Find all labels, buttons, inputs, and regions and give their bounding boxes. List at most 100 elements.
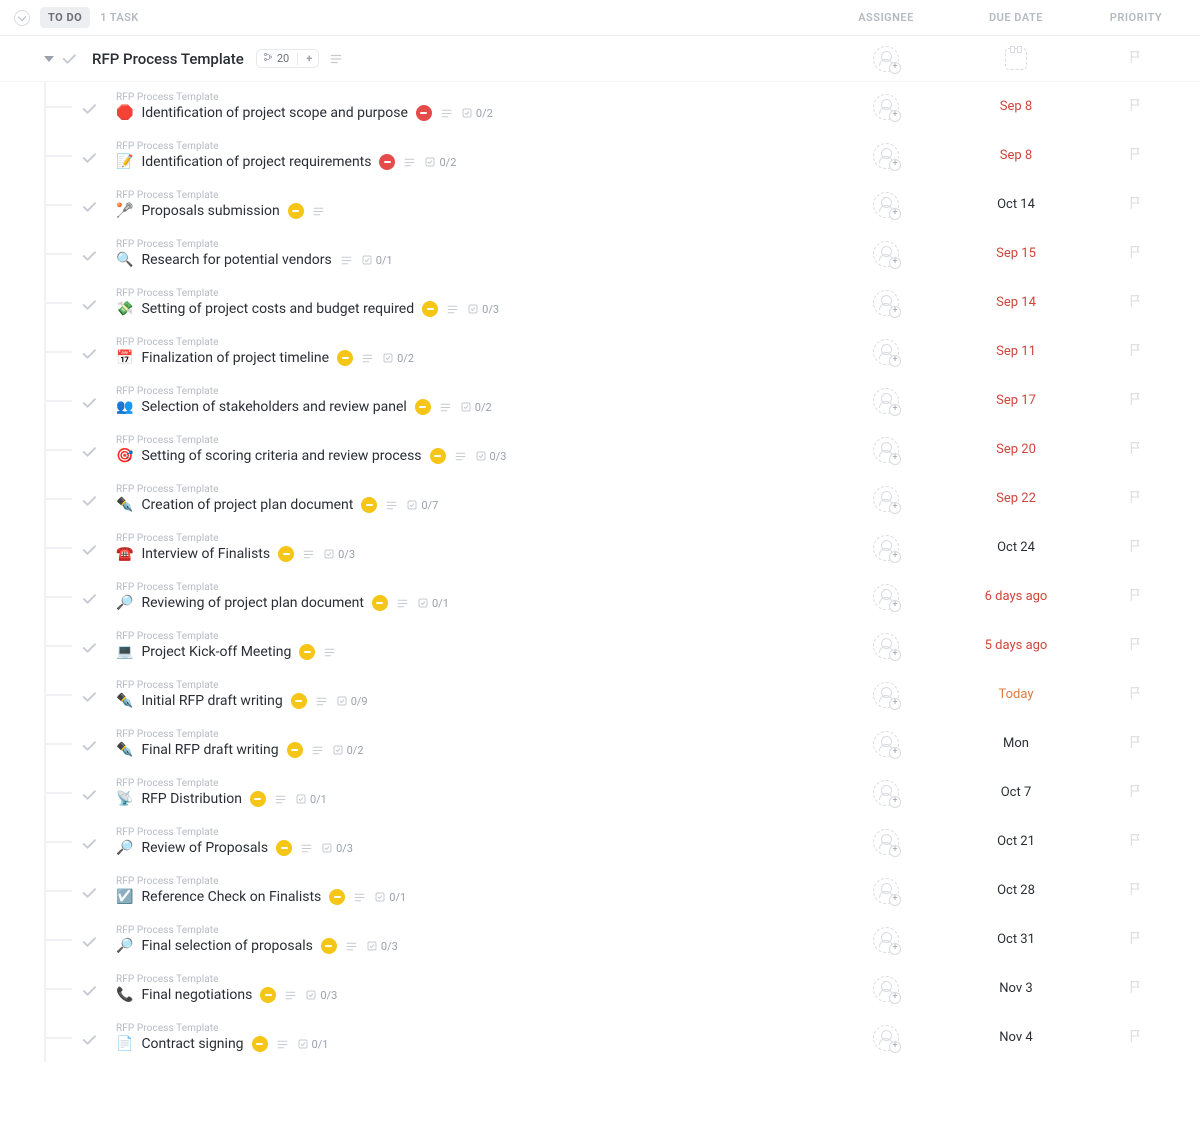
status-dot[interactable] xyxy=(299,644,315,660)
description-icon[interactable] xyxy=(454,450,467,463)
collapse-toggle[interactable] xyxy=(14,10,30,26)
description-icon[interactable] xyxy=(276,1038,289,1051)
status-dot[interactable] xyxy=(422,301,438,317)
breadcrumb[interactable]: RFP Process Template xyxy=(116,778,327,789)
complete-checkbox[interactable] xyxy=(80,590,98,608)
complete-checkbox[interactable] xyxy=(80,296,98,314)
status-pill-todo[interactable]: TO DO xyxy=(40,7,90,28)
description-icon[interactable] xyxy=(340,254,353,267)
subtask-progress[interactable]: 0/2 xyxy=(460,401,492,414)
task-row[interactable]: RFP Process Template📄Contract signing0/1… xyxy=(0,1013,1200,1062)
complete-checkbox[interactable] xyxy=(80,1031,98,1049)
priority-flag[interactable] xyxy=(1128,685,1144,705)
breadcrumb[interactable]: RFP Process Template xyxy=(116,435,506,446)
task-row[interactable]: RFP Process Template🔎Reviewing of projec… xyxy=(0,572,1200,621)
description-icon[interactable] xyxy=(300,842,313,855)
due-date[interactable]: Sep 8 xyxy=(1000,148,1032,163)
priority-flag[interactable] xyxy=(1128,930,1144,950)
assignee-add[interactable]: + xyxy=(873,1025,899,1051)
priority-flag[interactable] xyxy=(1128,636,1144,656)
assignee-add[interactable]: + xyxy=(873,584,899,610)
breadcrumb[interactable]: RFP Process Template xyxy=(116,680,368,691)
due-date[interactable]: Oct 21 xyxy=(997,834,1035,849)
complete-checkbox[interactable] xyxy=(80,884,98,902)
due-date[interactable]: Mon xyxy=(1003,736,1029,751)
priority-flag[interactable] xyxy=(1128,342,1144,362)
breadcrumb[interactable]: RFP Process Template xyxy=(116,631,336,642)
priority-flag[interactable] xyxy=(1128,979,1144,999)
priority-flag[interactable] xyxy=(1128,881,1144,901)
subtask-progress[interactable]: 0/3 xyxy=(321,842,353,855)
subtask-progress[interactable]: 0/1 xyxy=(374,891,406,904)
subtask-progress[interactable]: 0/9 xyxy=(336,695,368,708)
priority-flag[interactable] xyxy=(1128,440,1144,460)
complete-checkbox[interactable] xyxy=(80,688,98,706)
add-subtask-plus-icon[interactable]: + xyxy=(306,52,312,65)
complete-checkbox[interactable] xyxy=(80,492,98,510)
due-date[interactable]: Oct 31 xyxy=(997,932,1035,947)
complete-checkbox[interactable] xyxy=(60,50,78,68)
assignee-add[interactable]: + xyxy=(873,878,899,904)
breadcrumb[interactable]: RFP Process Template xyxy=(116,974,337,985)
assignee-add[interactable]: + xyxy=(873,339,899,365)
priority-flag[interactable] xyxy=(1128,783,1144,803)
breadcrumb[interactable]: RFP Process Template xyxy=(116,925,398,936)
description-icon[interactable] xyxy=(311,744,324,757)
subtask-progress[interactable]: 0/1 xyxy=(297,1038,329,1051)
status-dot[interactable] xyxy=(278,546,294,562)
task-row[interactable]: RFP Process Template🎯Setting of scoring … xyxy=(0,425,1200,474)
subtask-progress[interactable]: 0/3 xyxy=(366,940,398,953)
breadcrumb[interactable]: RFP Process Template xyxy=(116,876,406,887)
description-icon[interactable] xyxy=(302,548,315,561)
assignee-add[interactable]: + xyxy=(873,46,899,72)
status-dot[interactable] xyxy=(416,105,432,121)
priority-flag[interactable] xyxy=(1128,391,1144,411)
status-dot[interactable] xyxy=(415,399,431,415)
status-dot[interactable] xyxy=(337,350,353,366)
task-row[interactable]: RFP Process Template🔎Final selection of … xyxy=(0,915,1200,964)
status-dot[interactable] xyxy=(329,889,345,905)
breadcrumb[interactable]: RFP Process Template xyxy=(116,337,414,348)
subtask-progress[interactable]: 0/2 xyxy=(332,744,364,757)
assignee-add[interactable]: + xyxy=(873,633,899,659)
description-icon[interactable] xyxy=(353,891,366,904)
complete-checkbox[interactable] xyxy=(80,982,98,1000)
task-row[interactable]: RFP Process Template📝Identification of p… xyxy=(0,131,1200,180)
assignee-add[interactable]: + xyxy=(873,535,899,561)
subtask-progress[interactable]: 0/3 xyxy=(467,303,499,316)
assignee-add[interactable]: + xyxy=(873,143,899,169)
due-date[interactable]: Sep 11 xyxy=(996,344,1036,359)
description-icon[interactable] xyxy=(329,52,343,66)
priority-flag[interactable] xyxy=(1128,489,1144,509)
breadcrumb[interactable]: RFP Process Template xyxy=(116,92,493,103)
status-dot[interactable] xyxy=(250,791,266,807)
assignee-add[interactable]: + xyxy=(873,682,899,708)
breadcrumb[interactable]: RFP Process Template xyxy=(116,141,456,152)
task-row[interactable]: RFP Process Template✒️Initial RFP draft … xyxy=(0,670,1200,719)
due-date-add[interactable] xyxy=(1005,48,1027,70)
description-icon[interactable] xyxy=(361,352,374,365)
complete-checkbox[interactable] xyxy=(80,933,98,951)
priority-flag[interactable] xyxy=(1128,244,1144,264)
assignee-add[interactable]: + xyxy=(873,731,899,757)
due-date[interactable]: 5 days ago xyxy=(985,638,1048,653)
task-row[interactable]: RFP Process Template✒️Final RFP draft wr… xyxy=(0,719,1200,768)
complete-checkbox[interactable] xyxy=(80,835,98,853)
breadcrumb[interactable]: RFP Process Template xyxy=(116,239,393,250)
status-dot[interactable] xyxy=(372,595,388,611)
column-header-due-date[interactable]: DUE DATE xyxy=(946,11,1086,24)
description-icon[interactable] xyxy=(274,793,287,806)
complete-checkbox[interactable] xyxy=(80,247,98,265)
description-icon[interactable] xyxy=(439,401,452,414)
complete-checkbox[interactable] xyxy=(80,149,98,167)
subtask-progress[interactable]: 0/2 xyxy=(424,156,456,169)
assignee-add[interactable]: + xyxy=(873,486,899,512)
assignee-add[interactable]: + xyxy=(873,241,899,267)
complete-checkbox[interactable] xyxy=(80,639,98,657)
expand-caret-icon[interactable] xyxy=(44,56,54,62)
subtask-count-chip[interactable]: 20 + xyxy=(256,49,319,68)
task-row[interactable]: RFP Process Template🔎Review of Proposals… xyxy=(0,817,1200,866)
due-date[interactable]: Oct 7 xyxy=(1001,785,1032,800)
breadcrumb[interactable]: RFP Process Template xyxy=(116,533,355,544)
status-dot[interactable] xyxy=(252,1036,268,1052)
